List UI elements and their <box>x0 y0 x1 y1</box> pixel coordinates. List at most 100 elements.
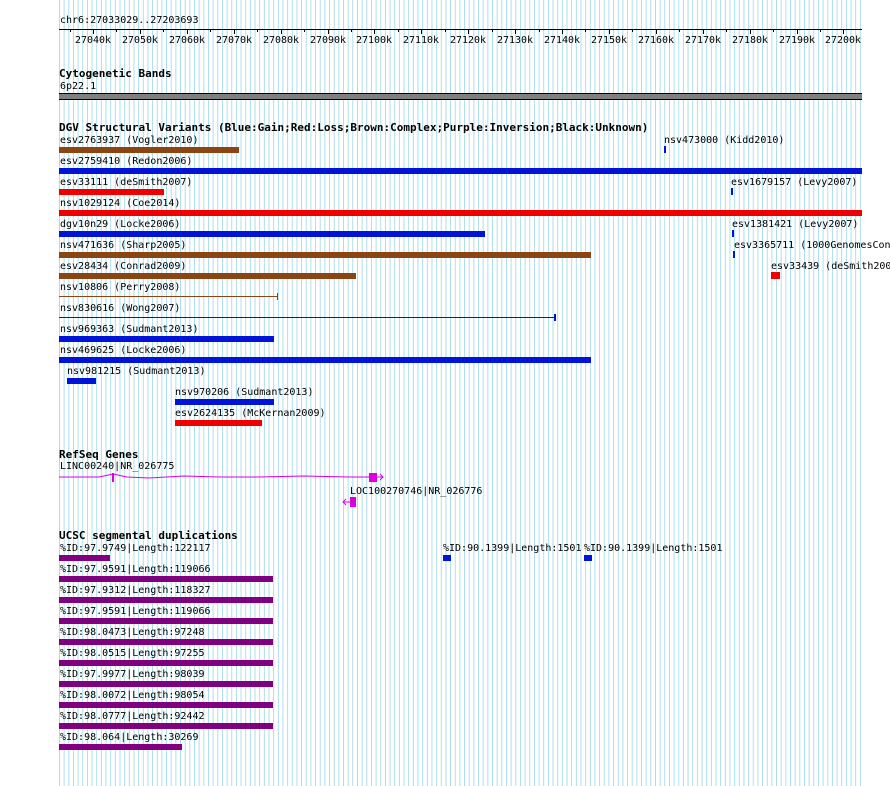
segdup-item-bar[interactable] <box>59 597 273 603</box>
ruler-minor-tick <box>585 29 586 32</box>
ruler-minor-tick <box>445 29 446 32</box>
segdup-item-bar[interactable] <box>59 576 273 582</box>
ruler-minor-tick <box>632 29 633 32</box>
ruler-tick-label: 27150k <box>590 35 628 46</box>
ruler-tick <box>797 29 798 34</box>
dgv-item-end-tick <box>554 314 556 321</box>
dgv-item-label: esv2759410 (Redon2006) <box>60 156 193 167</box>
ruler-tick <box>281 29 282 34</box>
ruler-line <box>59 29 862 30</box>
segdup-item-label: %ID:97.9591|Length:119066 <box>60 564 211 575</box>
refseq-gene-label: LOC100270746|NR_026776 <box>350 486 483 497</box>
segdup-item-label: %ID:98.0473|Length:97248 <box>60 627 205 638</box>
ruler-tick <box>515 29 516 34</box>
segdup-item-label: %ID:97.9977|Length:98039 <box>60 669 205 680</box>
segdup-item-label: %ID:98.0777|Length:92442 <box>60 711 205 722</box>
dgv-item-bar[interactable] <box>59 296 278 297</box>
dgv-item-label: nsv981215 (Sudmant2013) <box>67 366 206 377</box>
ruler-minor-tick <box>116 29 117 32</box>
dgv-item-bar[interactable] <box>771 272 780 279</box>
segdup-item-label: %ID:98.0072|Length:98054 <box>60 690 205 701</box>
dgv-item-label: esv1679157 (Levy2007) <box>731 177 858 188</box>
ruler-tick <box>609 29 610 34</box>
segdup-item-bar[interactable] <box>59 681 273 687</box>
ruler-tick-label: 27090k <box>309 35 347 46</box>
segdup-item-bar[interactable] <box>59 555 110 561</box>
segdup-item-label: %ID:98.0515|Length:97255 <box>60 648 205 659</box>
segdup-item-label: %ID:97.9312|Length:118327 <box>60 585 211 596</box>
dgv-item-bar[interactable] <box>59 357 591 363</box>
segdup-item-bar[interactable] <box>59 744 182 750</box>
dgv-item-label: esv3365711 (1000GenomesCon <box>734 240 890 251</box>
dgv-item-bar[interactable] <box>59 252 591 258</box>
ruler-minor-tick <box>257 29 258 32</box>
ruler-minor-tick <box>351 29 352 32</box>
dgv-item-bar[interactable] <box>175 420 262 426</box>
segdup-item-bar[interactable] <box>59 702 273 708</box>
segdup-item-bar[interactable] <box>443 555 451 561</box>
segdup-item-label: %ID:90.1399|Length:1501 <box>584 543 723 554</box>
dgv-item-end-tick <box>277 293 278 300</box>
ruler-tick-label: 27080k <box>262 35 300 46</box>
dgv-track-title[interactable]: DGV Structural Variants (Blue:Gain;Red:L… <box>59 122 648 134</box>
dgv-item-label: nsv469625 (Locke2006) <box>60 345 187 356</box>
segdup-item-bar[interactable] <box>584 555 592 561</box>
dgv-item-bar[interactable] <box>733 251 735 258</box>
genome-browser-canvas[interactable]: chr6:27033029..27203693 27040k 27050k 2706… <box>0 0 890 786</box>
ruler-tick-label: 27050k <box>121 35 159 46</box>
ruler-tick-label: 27070k <box>215 35 253 46</box>
ruler-tick <box>656 29 657 34</box>
cytoband-bar[interactable] <box>59 93 862 100</box>
dgv-item-bar[interactable] <box>67 378 96 384</box>
ruler-tick-label: 27180k <box>731 35 769 46</box>
ruler-tick <box>93 29 94 34</box>
segdup-item-bar[interactable] <box>59 618 273 624</box>
ruler-minor-tick <box>679 29 680 32</box>
ruler-tick <box>843 29 844 34</box>
segdup-item-bar[interactable] <box>59 660 273 666</box>
ruler-tick <box>750 29 751 34</box>
dgv-item-label: esv28434 (Conrad2009) <box>60 261 187 272</box>
dgv-item-label: dgv10n29 (Locke2006) <box>60 219 181 230</box>
dgv-item-bar[interactable] <box>731 188 733 195</box>
dgv-item-bar[interactable] <box>59 147 239 153</box>
dgv-item-label: esv33439 (deSmith200 <box>771 261 890 272</box>
refseq-gene-model[interactable] <box>59 470 389 486</box>
dgv-item-label: esv1381421 (Levy2007) <box>732 219 859 230</box>
dgv-item-label: esv33111 (deSmith2007) <box>60 177 193 188</box>
ruler-minor-tick <box>163 29 164 32</box>
dgv-item-label: esv2763937 (Vogler2010) <box>60 135 199 146</box>
ruler-minor-tick <box>304 29 305 32</box>
segdup-item-label: %ID:97.9749|Length:122117 <box>60 543 211 554</box>
ruler-minor-tick <box>726 29 727 32</box>
ruler-minor-tick <box>398 29 399 32</box>
dgv-item-label: nsv1029124 (Coe2014) <box>60 198 181 209</box>
ruler-tick <box>562 29 563 34</box>
dgv-item-label: nsv969363 (Sudmant2013) <box>60 324 199 335</box>
ruler-tick-label: 27040k <box>74 35 112 46</box>
ruler-minor-tick <box>210 29 211 32</box>
ruler-tick <box>374 29 375 34</box>
ruler-tick-label: 27190k <box>778 35 816 46</box>
dgv-item-bar[interactable] <box>175 399 274 405</box>
refseq-gene-model[interactable] <box>342 496 358 508</box>
dgv-item-bar[interactable] <box>59 317 556 318</box>
refseq-track-title[interactable]: RefSeq Genes <box>59 449 138 461</box>
dgv-item-bar[interactable] <box>664 146 666 153</box>
dgv-item-bar[interactable] <box>59 210 862 216</box>
ruler-tick-label: 27060k <box>168 35 206 46</box>
segdup-track-title[interactable]: UCSC segmental duplications <box>59 530 238 542</box>
dgv-item-label: nsv10806 (Perry2008) <box>60 282 181 293</box>
ruler-minor-tick <box>820 29 821 32</box>
dgv-item-bar[interactable] <box>59 273 356 279</box>
ruler-minor-tick <box>492 29 493 32</box>
dgv-item-bar[interactable] <box>59 189 164 195</box>
segdup-item-bar[interactable] <box>59 639 273 645</box>
dgv-item-bar[interactable] <box>59 168 862 174</box>
dgv-item-bar[interactable] <box>59 231 485 237</box>
dgv-item-bar[interactable] <box>59 336 274 342</box>
cytoband-track-title[interactable]: Cytogenetic Bands <box>59 68 172 80</box>
segdup-item-bar[interactable] <box>59 723 273 729</box>
dgv-item-bar[interactable] <box>732 230 734 237</box>
ruler-minor-tick <box>539 29 540 32</box>
